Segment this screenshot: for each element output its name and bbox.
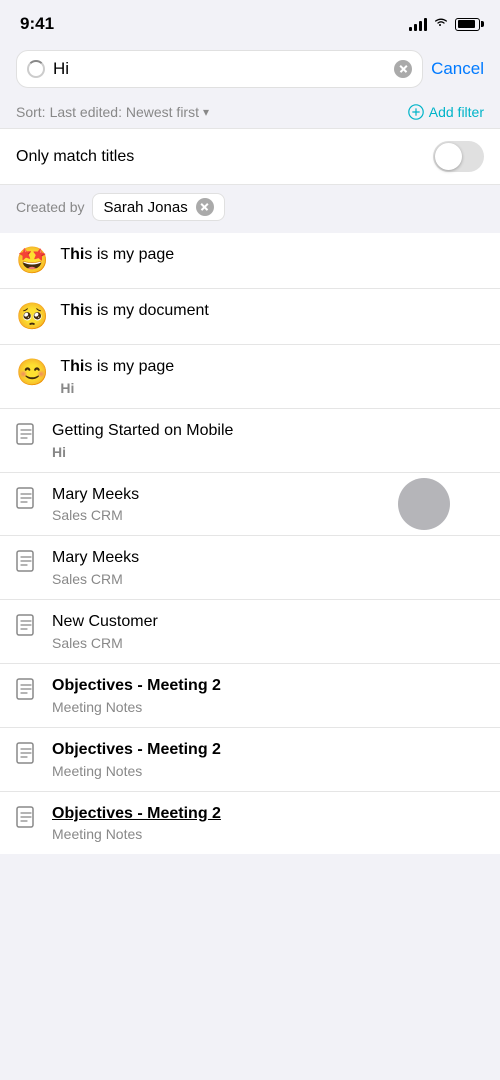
wifi-icon (433, 15, 449, 33)
result-title: Getting Started on Mobile (52, 421, 484, 442)
filter-tag-prefix: Created by (16, 199, 84, 215)
filter-tag-value: Sarah Jonas (103, 199, 187, 216)
add-filter-button[interactable]: Add filter (408, 104, 484, 120)
result-title: New Customer (52, 612, 484, 633)
sort-value-button[interactable]: Last edited: Newest first ▾ (50, 104, 209, 120)
result-title: Objectives - Meeting 2 (52, 740, 484, 761)
list-item[interactable]: Mary Meeks Sales CRM (0, 473, 500, 537)
result-title: Mary Meeks (52, 548, 484, 569)
result-title: Objectives - Meeting 2 (52, 804, 484, 825)
doc-icon (16, 550, 38, 578)
list-item[interactable]: 🤩 This is my page (0, 233, 500, 289)
list-item[interactable]: Objectives - Meeting 2 Meeting Notes (0, 792, 500, 855)
only-match-titles-toggle[interactable] (433, 141, 484, 172)
result-subtitle: Meeting Notes (52, 826, 484, 842)
only-match-titles-label: Only match titles (16, 148, 134, 166)
result-content: Getting Started on Mobile Hi (52, 421, 484, 460)
list-item[interactable]: Getting Started on Mobile Hi (0, 409, 500, 473)
results-list: 🤩 This is my page 🥺 This is my document … (0, 233, 500, 854)
list-item[interactable]: Objectives - Meeting 2 Meeting Notes (0, 664, 500, 728)
filter-tag-remove-button[interactable] (196, 198, 214, 216)
status-time: 9:41 (20, 14, 54, 34)
doc-icon (16, 806, 38, 834)
sort-prefix-label: Sort: (16, 104, 46, 120)
result-subtitle: Sales CRM (52, 571, 484, 587)
doc-icon (16, 742, 38, 770)
result-title: Mary Meeks (52, 485, 484, 506)
emoji-icon: 🤩 (16, 245, 48, 276)
doc-icon (16, 614, 38, 642)
result-title: This is my document (60, 301, 484, 322)
filter-icon (408, 104, 424, 120)
result-title: This is my page (60, 357, 484, 378)
list-item[interactable]: Mary Meeks Sales CRM (0, 536, 500, 600)
only-match-titles-row: Only match titles (0, 128, 500, 185)
search-clear-button[interactable] (394, 60, 412, 78)
result-subtitle: Sales CRM (52, 507, 484, 523)
filter-tag[interactable]: Sarah Jonas (92, 193, 224, 221)
result-title: This is my page (60, 245, 484, 266)
result-content: Objectives - Meeting 2 Meeting Notes (52, 804, 484, 843)
result-subtitle: Hi (52, 444, 484, 460)
doc-icon (16, 423, 38, 451)
result-content: This is my page Hi (60, 357, 484, 396)
result-title: Objectives - Meeting 2 (52, 676, 484, 697)
result-content: Objectives - Meeting 2 Meeting Notes (52, 676, 484, 715)
filter-tag-row: Created by Sarah Jonas (0, 185, 500, 229)
search-spinner-icon (27, 60, 45, 78)
status-icons (409, 15, 480, 33)
list-item[interactable]: Objectives - Meeting 2 Meeting Notes (0, 728, 500, 792)
result-content: This is my page (60, 245, 484, 266)
doc-icon (16, 487, 38, 515)
result-subtitle: Meeting Notes (52, 763, 484, 779)
doc-icon (16, 678, 38, 706)
list-item[interactable]: 😊 This is my page Hi (0, 345, 500, 409)
emoji-icon: 🥺 (16, 301, 48, 332)
add-filter-label: Add filter (429, 104, 484, 120)
search-input[interactable]: Hi (53, 59, 386, 79)
result-content: Objectives - Meeting 2 Meeting Notes (52, 740, 484, 779)
list-item[interactable]: 🥺 This is my document (0, 289, 500, 345)
list-item[interactable]: New Customer Sales CRM (0, 600, 500, 664)
battery-icon (455, 18, 480, 31)
result-subtitle: Meeting Notes (52, 699, 484, 715)
emoji-icon: 😊 (16, 357, 48, 388)
status-bar: 9:41 (0, 0, 500, 42)
sort-chevron-icon: ▾ (203, 105, 209, 119)
search-bar: Hi Cancel (0, 42, 500, 96)
result-content: New Customer Sales CRM (52, 612, 484, 651)
signal-icon (409, 17, 427, 31)
sort-bar: Sort: Last edited: Newest first ▾ Add fi… (0, 96, 500, 128)
result-content: Mary Meeks Sales CRM (52, 548, 484, 587)
result-content: Mary Meeks Sales CRM (52, 485, 484, 524)
search-field[interactable]: Hi (16, 50, 423, 88)
cancel-button[interactable]: Cancel (431, 59, 484, 79)
result-subtitle: Hi (60, 380, 484, 396)
result-content: This is my document (60, 301, 484, 322)
result-subtitle: Sales CRM (52, 635, 484, 651)
